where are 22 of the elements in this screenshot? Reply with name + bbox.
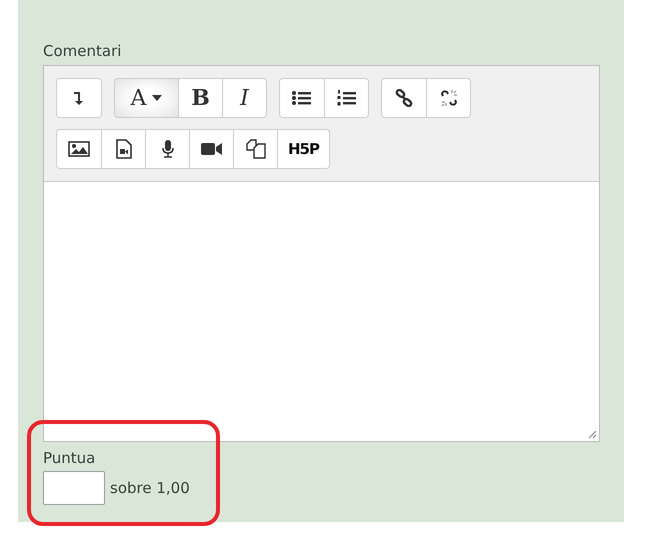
numbered-list-icon xyxy=(336,89,356,107)
bulleted-list-icon xyxy=(292,90,312,106)
broken-link-icon xyxy=(440,89,458,107)
grade-input[interactable] xyxy=(43,471,105,505)
link-icon xyxy=(395,89,413,107)
numbered-list-icon-button[interactable] xyxy=(324,79,368,117)
video-file-icon xyxy=(116,139,132,159)
comment-label: Comentari xyxy=(43,41,122,61)
caret-icon xyxy=(152,95,162,101)
italic-button[interactable]: I xyxy=(222,79,266,117)
video-camera-icon xyxy=(200,142,222,156)
copy-icon xyxy=(246,139,266,159)
microphone-icon xyxy=(160,139,174,159)
max-grade-text: sobre 1,00 xyxy=(110,479,190,497)
grade-label: Puntua xyxy=(43,448,96,468)
image-icon xyxy=(68,141,90,157)
h5p-button[interactable]: H5P xyxy=(277,130,329,168)
turn-down-arrow-icon-button[interactable] xyxy=(57,79,101,117)
turn-down-arrow-icon xyxy=(73,90,85,106)
font-style-button[interactable]: A xyxy=(115,79,178,117)
broken-link-icon-button[interactable] xyxy=(426,79,470,117)
resize-handle-icon[interactable] xyxy=(587,429,597,439)
